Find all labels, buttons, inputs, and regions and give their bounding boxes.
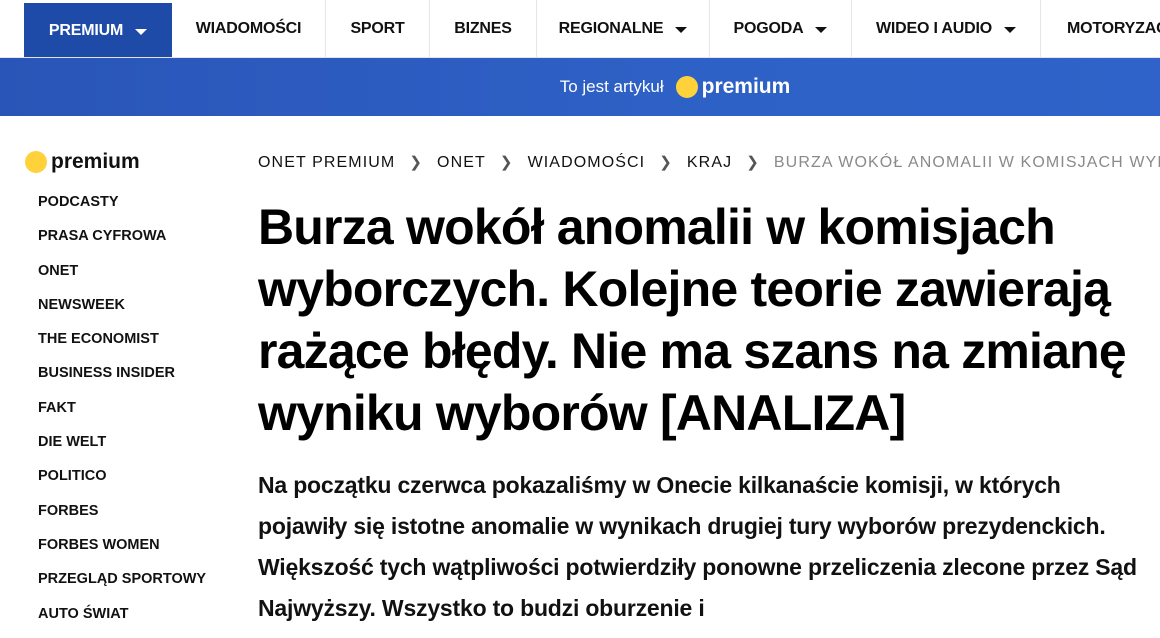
nav-item-pogoda[interactable]: POGODA bbox=[710, 0, 852, 57]
nav-item-label: SPORT bbox=[350, 19, 405, 37]
breadcrumb-current: BURZA WOKÓŁ ANOMALII W KOMISJACH WYBORCZ… bbox=[773, 154, 1160, 171]
article-title: Burza wokół anomalii w komisjach wyborcz… bbox=[258, 199, 1127, 441]
premium-dot-icon bbox=[25, 151, 47, 173]
nav-item-label: PREMIUM bbox=[48, 21, 124, 39]
sidebar-item-przeglad-sportowy[interactable]: PRZEGLĄD SPORTOWY bbox=[38, 569, 206, 603]
breadcrumb-item-wiadomosci[interactable]: WIADOMOŚCI bbox=[528, 154, 646, 171]
nav-item-motoryzacja[interactable]: MOTORYZACJA bbox=[1041, 0, 1160, 57]
chevron-right-icon: ❯ bbox=[409, 154, 424, 171]
premium-logo-text: premium bbox=[701, 75, 791, 98]
nav-item-label: WIDEO I AUDIO bbox=[876, 19, 992, 37]
breadcrumb-item-onet[interactable]: ONET bbox=[437, 154, 486, 171]
chevron-down-icon bbox=[135, 29, 148, 35]
sidebar-item-onet[interactable]: ONET bbox=[38, 261, 206, 295]
chevron-right-icon: ❯ bbox=[499, 154, 514, 171]
nav-item-label: WIADOMOŚCI bbox=[195, 19, 302, 37]
nav-item-wideo-i-audio[interactable]: WIDEO I AUDIO bbox=[852, 0, 1041, 57]
breadcrumb-item-kraj[interactable]: KRAJ bbox=[687, 154, 732, 171]
premium-dot-icon bbox=[675, 76, 698, 98]
nav-item-biznes[interactable]: BIZNES bbox=[430, 0, 537, 57]
nav-item-premium[interactable]: PREMIUM bbox=[24, 3, 172, 57]
sidebar-item-the-economist[interactable]: THE ECONOMIST bbox=[38, 329, 206, 363]
top-navigation: PREMIUM WIADOMOŚCI SPORT BIZNES REGIONAL… bbox=[0, 0, 1160, 58]
sidebar-brand-text: premium bbox=[51, 150, 140, 173]
premium-logo: premium bbox=[675, 75, 791, 99]
nav-item-label: POGODA bbox=[733, 19, 804, 37]
premium-banner: To jest artykuł premium bbox=[0, 58, 1160, 116]
nav-item-label: BIZNES bbox=[454, 19, 512, 37]
nav-item-label: MOTORYZACJA bbox=[1067, 19, 1160, 37]
breadcrumb: ONET PREMIUM ❯ ONET ❯ WIADOMOŚCI ❯ KRAJ ❯ BURZA … bbox=[258, 153, 1160, 172]
sidebar-item-forbes-women[interactable]: FORBES WOMEN bbox=[38, 535, 206, 569]
sidebar-item-politico[interactable]: POLITICO bbox=[38, 466, 206, 500]
sidebar-item-auto-swiat[interactable]: AUTO ŚWIAT bbox=[38, 604, 206, 638]
sidebar-item-fakt[interactable]: FAKT bbox=[38, 398, 206, 432]
nav-item-sport[interactable]: SPORT bbox=[326, 0, 430, 57]
sidebar-item-podcasty[interactable]: PODCASTY bbox=[38, 192, 206, 226]
sidebar-premium-logo[interactable]: premium bbox=[25, 150, 140, 174]
sidebar-item-prasa-cyfrowa[interactable]: PRASA CYFROWA bbox=[38, 226, 206, 260]
nav-item-label: REGIONALNE bbox=[558, 19, 664, 37]
banner-text: To jest artykuł bbox=[559, 77, 664, 96]
chevron-right-icon: ❯ bbox=[659, 154, 673, 171]
sidebar-item-newsweek[interactable]: NEWSWEEK bbox=[38, 295, 206, 329]
breadcrumb-item-onet-premium[interactable]: ONET PREMIUM bbox=[258, 154, 395, 171]
nav-item-wiadomosci[interactable]: WIADOMOŚCI bbox=[172, 0, 326, 57]
nav-item-regionalne[interactable]: REGIONALNE bbox=[537, 0, 710, 57]
article-lead: Na początku czerwca pokazaliśmy w Onecie… bbox=[258, 472, 1137, 621]
chevron-down-icon bbox=[1003, 27, 1016, 33]
sidebar-item-die-welt[interactable]: DIE WELT bbox=[38, 432, 206, 466]
chevron-right-icon: ❯ bbox=[746, 154, 760, 171]
chevron-down-icon bbox=[675, 27, 688, 33]
chevron-down-icon bbox=[815, 27, 828, 33]
sidebar-menu: PODCASTY PRASA CYFROWA ONET NEWSWEEK THE… bbox=[38, 192, 206, 638]
sidebar-item-forbes[interactable]: FORBES bbox=[38, 501, 206, 535]
sidebar-item-business-insider[interactable]: BUSINESS INSIDER bbox=[38, 363, 206, 397]
